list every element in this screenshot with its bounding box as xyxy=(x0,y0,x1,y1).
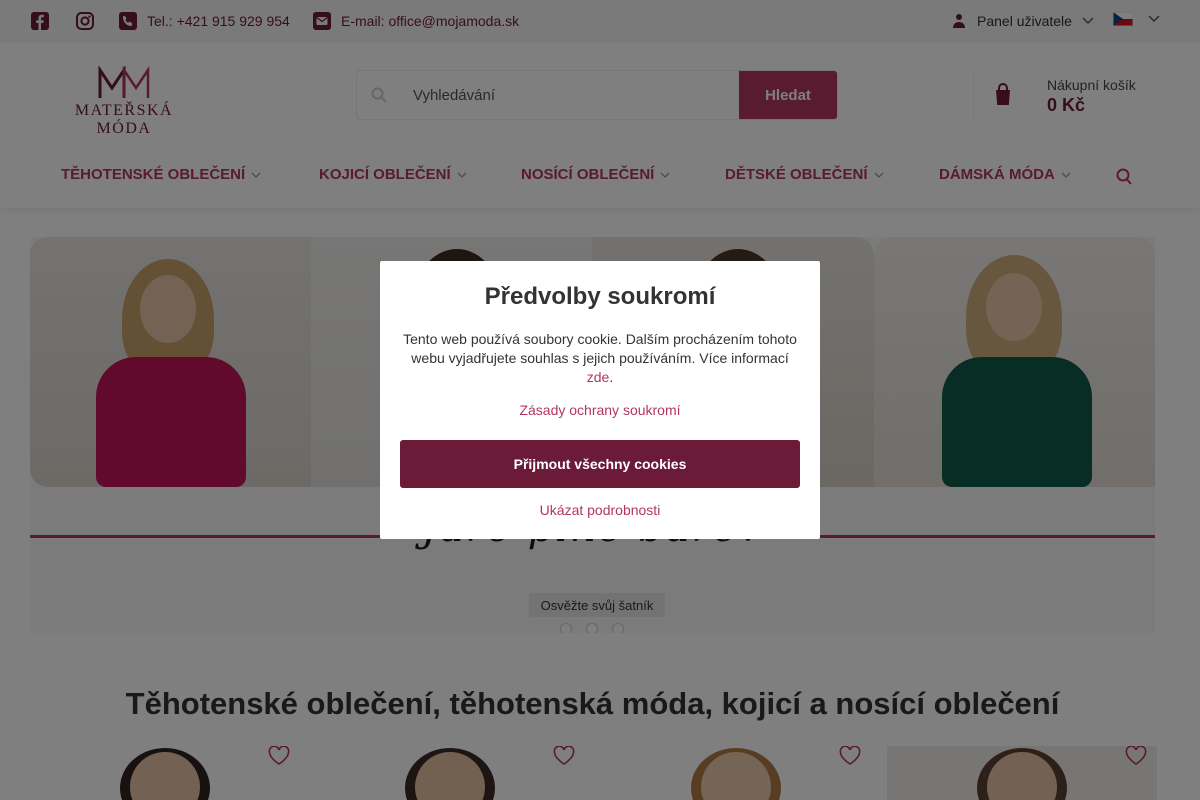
privacy-policy-link[interactable]: Zásady ochrany soukromí xyxy=(380,402,820,418)
show-details-link[interactable]: Ukázat podrobnosti xyxy=(380,502,820,518)
cookie-consent-modal: Předvolby soukromí Tento web používá sou… xyxy=(380,261,820,539)
modal-body-text: Tento web používá soubory cookie. Dalším… xyxy=(403,331,797,366)
modal-text: Tento web používá soubory cookie. Dalším… xyxy=(403,331,797,385)
more-info-link[interactable]: zde xyxy=(587,369,610,385)
modal-title: Předvolby soukromí xyxy=(484,283,716,310)
accept-cookies-button[interactable]: Přijmout všechny cookies xyxy=(400,440,800,488)
